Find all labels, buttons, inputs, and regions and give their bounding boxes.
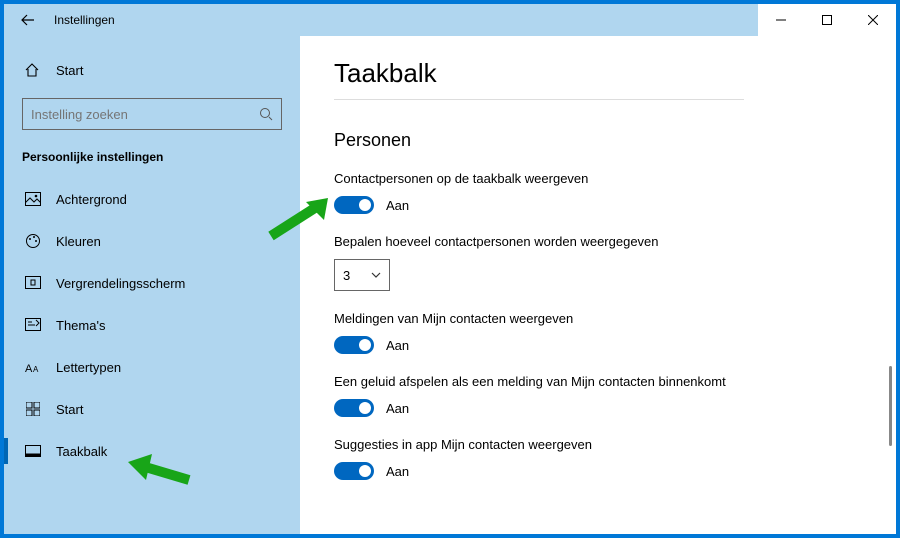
- palette-icon: [24, 233, 42, 249]
- svg-text:A: A: [25, 363, 33, 374]
- nav-item-achtergrond[interactable]: Achtergrond: [4, 178, 300, 220]
- setting-label: Meldingen van Mijn contacten weergeven: [334, 311, 862, 326]
- setting-suggesties-weergeven: Suggesties in app Mijn contacten weergev…: [334, 437, 862, 480]
- page-title: Taakbalk: [334, 58, 862, 89]
- home-button[interactable]: Start: [4, 56, 300, 84]
- setting-meldingen-weergeven: Meldingen van Mijn contacten weergeven A…: [334, 311, 862, 354]
- toggle-state: Aan: [386, 464, 409, 479]
- nav-item-themas[interactable]: Thema's: [4, 304, 300, 346]
- setting-label: Een geluid afspelen als een melding van …: [334, 374, 862, 389]
- toggle-meldingen[interactable]: [334, 336, 374, 354]
- nav-item-label: Start: [56, 402, 83, 417]
- home-icon: [24, 62, 42, 78]
- content-area: Start Persoonlijke instellingen Achtergr…: [4, 36, 896, 534]
- settings-window: Instellingen Start Persoonlijke instelli: [4, 4, 896, 534]
- setting-label: Suggesties in app Mijn contacten weergev…: [334, 437, 862, 452]
- arrow-left-icon: [21, 13, 35, 27]
- themes-icon: [24, 318, 42, 332]
- window-title: Instellingen: [54, 13, 115, 27]
- nav-item-label: Kleuren: [56, 234, 101, 249]
- maximize-button[interactable]: [804, 4, 850, 36]
- sidebar: Start Persoonlijke instellingen Achtergr…: [4, 36, 300, 534]
- minimize-button[interactable]: [758, 4, 804, 36]
- section-heading: Personen: [334, 130, 862, 151]
- nav-item-label: Achtergrond: [56, 192, 127, 207]
- nav-item-lettertypen[interactable]: AA Lettertypen: [4, 346, 300, 388]
- setting-label: Bepalen hoeveel contactpersonen worden w…: [334, 234, 862, 249]
- nav-item-label: Lettertypen: [56, 360, 121, 375]
- minimize-icon: [776, 15, 786, 25]
- contactpersonen-count-select[interactable]: 3: [334, 259, 390, 291]
- setting-aantal-contactpersonen: Bepalen hoeveel contactpersonen worden w…: [334, 234, 862, 291]
- start-icon: [24, 402, 42, 416]
- back-button[interactable]: [16, 8, 40, 32]
- nav-item-start[interactable]: Start: [4, 388, 300, 430]
- select-value: 3: [343, 268, 350, 283]
- close-button[interactable]: [850, 4, 896, 36]
- toggle-state: Aan: [386, 338, 409, 353]
- nav-list: Achtergrond Kleuren Vergrendelingsscherm…: [4, 178, 300, 472]
- setting-contactpersonen-weergeven: Contactpersonen op de taakbalk weergeven…: [334, 171, 862, 214]
- nav-item-label: Vergrendelingsscherm: [56, 276, 185, 291]
- lockscreen-icon: [24, 276, 42, 290]
- nav-item-label: Taakbalk: [56, 444, 107, 459]
- setting-label: Contactpersonen op de taakbalk weergeven: [334, 171, 862, 186]
- search-icon: [259, 107, 273, 121]
- nav-item-taakbalk[interactable]: Taakbalk: [4, 430, 300, 472]
- fonts-icon: AA: [24, 360, 42, 374]
- scrollbar-thumb[interactable]: [889, 366, 892, 446]
- toggle-state: Aan: [386, 198, 409, 213]
- toggle-suggesties[interactable]: [334, 462, 374, 480]
- close-icon: [868, 15, 878, 25]
- maximize-icon: [822, 15, 832, 25]
- search-input-container[interactable]: [22, 98, 282, 130]
- setting-geluid-afspelen: Een geluid afspelen als een melding van …: [334, 374, 862, 417]
- sidebar-section-label: Persoonlijke instellingen: [4, 130, 300, 178]
- nav-item-vergrendelingsscherm[interactable]: Vergrendelingsscherm: [4, 262, 300, 304]
- nav-item-label: Thema's: [56, 318, 105, 333]
- home-label: Start: [56, 63, 83, 78]
- search-input[interactable]: [31, 107, 259, 122]
- toggle-contactpersonen[interactable]: [334, 196, 374, 214]
- chevron-down-icon: [371, 272, 381, 278]
- toggle-geluid[interactable]: [334, 399, 374, 417]
- svg-text:A: A: [33, 365, 39, 374]
- picture-icon: [24, 192, 42, 206]
- taskbar-icon: [24, 445, 42, 457]
- nav-item-kleuren[interactable]: Kleuren: [4, 220, 300, 262]
- divider: [334, 99, 744, 100]
- titlebar: Instellingen: [4, 4, 896, 36]
- main-panel: Taakbalk Personen Contactpersonen op de …: [300, 36, 896, 534]
- toggle-state: Aan: [386, 401, 409, 416]
